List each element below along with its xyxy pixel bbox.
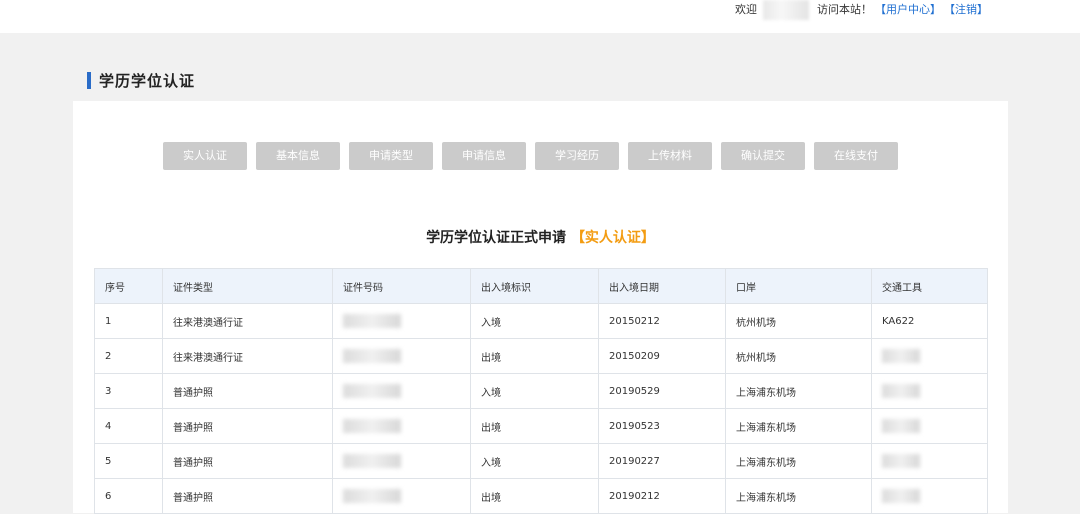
step-upload-materials[interactable]: 上传材料 [628,142,712,170]
table-row: 4 普通护照 出境 20190523 上海浦东机场 [94,408,988,444]
cell-index: 4 [94,408,163,444]
cell-date: 20190529 [598,373,726,409]
top-bar: 欢迎 访问本站！ 【用户中心】 【注销】 [0,0,1080,33]
cell-transport [871,338,988,374]
redacted-value [882,419,920,433]
col-header-transport: 交通工具 [871,268,988,304]
cell-doc-number [332,408,471,444]
cell-doc-type: 往来港澳通行证 [162,338,333,374]
cell-index: 3 [94,373,163,409]
step-basic-info[interactable]: 基本信息 [256,142,340,170]
cell-doc-type: 普通护照 [162,443,333,479]
redacted-value [343,454,401,468]
cell-doc-number [332,303,471,339]
step-real-name-auth[interactable]: 实人认证 [163,142,247,170]
cell-index: 1 [94,303,163,339]
main-panel: 实人认证 基本信息 申请类型 申请信息 学习经历 上传材料 确认提交 在线支付 … [73,101,1008,514]
cell-date: 20190227 [598,443,726,479]
table-row: 6 普通护照 出境 20190212 上海浦东机场 [94,478,988,514]
username-redacted [763,0,809,20]
redacted-value [343,314,401,328]
redacted-value [882,349,920,363]
cell-transport [871,443,988,479]
cell-doc-type: 普通护照 [162,408,333,444]
cell-direction: 入境 [470,373,599,409]
step-study-history[interactable]: 学习经历 [535,142,619,170]
cell-index: 2 [94,338,163,374]
form-title-text: 学历学位认证正式申请 [426,230,567,246]
cell-doc-number [332,443,471,479]
cell-doc-number [332,373,471,409]
col-header-direction: 出入境标识 [470,268,599,304]
step-confirm-submit[interactable]: 确认提交 [721,142,805,170]
cell-doc-type: 普通护照 [162,478,333,514]
cell-doc-type: 普通护照 [162,373,333,409]
cell-index: 5 [94,443,163,479]
cell-port: 上海浦东机场 [725,478,872,514]
visit-text: 访问本站！ [817,3,872,16]
user-center-link[interactable]: 【用户中心】 [875,3,941,17]
cell-direction: 出境 [470,338,599,374]
page-title-block: 学历学位认证 [87,71,196,90]
cell-date: 20150209 [598,338,726,374]
cell-direction: 入境 [470,443,599,479]
cell-transport [871,408,988,444]
cell-transport [871,373,988,409]
col-header-port: 口岸 [725,268,872,304]
redacted-value [343,489,401,503]
redacted-value [882,489,920,503]
cell-doc-type: 往来港澳通行证 [162,303,333,339]
cell-index: 6 [94,478,163,514]
redacted-value [343,349,401,363]
cell-doc-number [332,338,471,374]
cell-date: 20190212 [598,478,726,514]
table-row: 2 往来港澳通行证 出境 20150209 杭州机场 [94,338,988,374]
step-application-info[interactable]: 申请信息 [442,142,526,170]
cell-direction: 入境 [470,303,599,339]
cell-direction: 出境 [470,478,599,514]
cell-transport: KA622 [871,303,988,339]
step-online-payment[interactable]: 在线支付 [814,142,898,170]
cell-port: 上海浦东机场 [725,443,872,479]
cell-transport [871,478,988,514]
title-accent-bar [87,71,91,89]
redacted-value [343,419,401,433]
form-title: 学历学位认证正式申请 【实人认证】 [73,227,1008,247]
cell-date: 20190523 [598,408,726,444]
redacted-value [343,384,401,398]
step-application-type[interactable]: 申请类型 [349,142,433,170]
table-row: 1 往来港澳通行证 入境 20150212 杭州机场 KA622 [94,303,988,339]
redacted-value [882,384,920,398]
welcome-area: 欢迎 访问本站！ 【用户中心】 【注销】 [735,0,988,20]
table-row: 3 普通护照 入境 20190529 上海浦东机场 [94,373,988,409]
col-header-index: 序号 [94,268,163,304]
table-row: 5 普通护照 入境 20190227 上海浦东机场 [94,443,988,479]
redacted-value [882,454,920,468]
cell-port: 杭州机场 [725,338,872,374]
cell-port: 杭州机场 [725,303,872,339]
cell-port: 上海浦东机场 [725,373,872,409]
col-header-date: 出入境日期 [598,268,726,304]
cell-port: 上海浦东机场 [725,408,872,444]
cell-direction: 出境 [470,408,599,444]
border-records-table: 序号 证件类型 证件号码 出入境标识 出入境日期 口岸 交通工具 1 往来港澳通… [94,268,988,514]
page-title: 学历学位认证 [99,71,196,90]
table-header-row: 序号 证件类型 证件号码 出入境标识 出入境日期 口岸 交通工具 [94,268,988,304]
cell-doc-number [332,478,471,514]
welcome-text: 欢迎 [735,3,757,16]
logout-link[interactable]: 【注销】 [944,3,988,17]
form-stage-label: 【实人认证】 [570,230,655,246]
step-nav: 实人认证 基本信息 申请类型 申请信息 学习经历 上传材料 确认提交 在线支付 [163,142,898,170]
col-header-doc-type: 证件类型 [162,268,333,304]
cell-date: 20150212 [598,303,726,339]
col-header-doc-number: 证件号码 [332,268,471,304]
